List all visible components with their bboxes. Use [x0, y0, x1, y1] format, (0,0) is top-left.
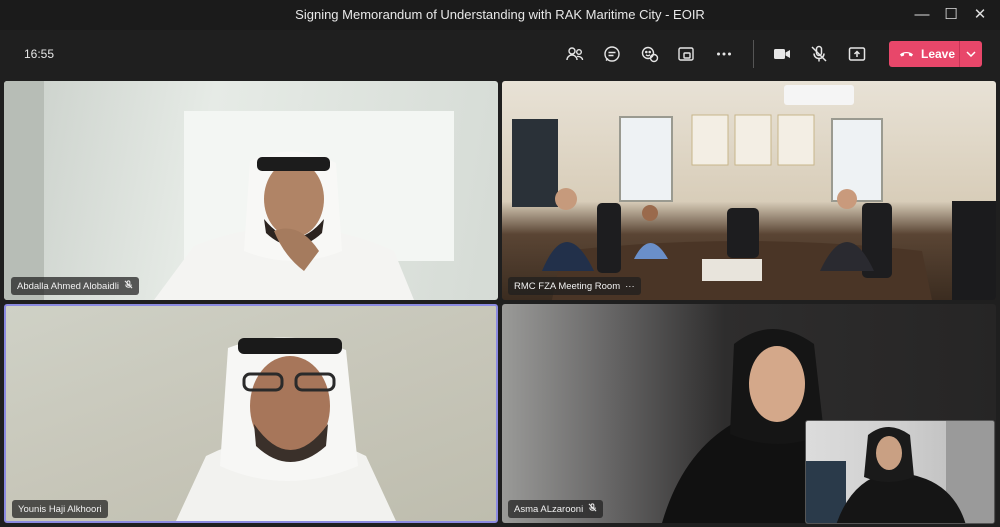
window-title: Signing Memorandum of Understanding with… [295, 7, 705, 22]
participant-video [512, 85, 996, 300]
participant-name-text: Asma ALzarooni [514, 503, 584, 515]
participant-name-text: RMC FZA Meeting Room [514, 280, 621, 292]
more-icon [717, 52, 731, 56]
camera-button[interactable] [770, 42, 794, 66]
leave-button-group: Leave [889, 41, 982, 67]
chat-button[interactable] [600, 42, 624, 66]
video-tile-younis[interactable]: Younis Haji Alkhoori [4, 304, 498, 523]
mic-button[interactable] [807, 42, 831, 66]
more-options-icon[interactable]: ··· [625, 281, 635, 292]
people-icon [566, 47, 584, 61]
self-view-preview [806, 421, 994, 523]
react-icon [641, 46, 659, 63]
share-tray-icon [678, 47, 694, 61]
chevron-down-icon [966, 51, 976, 57]
video-tile-meeting-room[interactable]: RMC FZA Meeting Room ··· [502, 81, 996, 300]
participant-name: RMC FZA Meeting Room ··· [508, 277, 641, 295]
meeting-toolbar: 16:55 Leave [0, 30, 1000, 78]
video-tile-abdalla[interactable]: Abdalla Ahmed Alobaidli [4, 81, 498, 300]
participant-name: Abdalla Ahmed Alobaidli [11, 277, 139, 295]
share-icon [848, 47, 866, 61]
people-button[interactable] [563, 42, 587, 66]
close-button[interactable]: ✕ [970, 5, 990, 25]
participant-video [176, 337, 396, 521]
share-tray-button[interactable] [674, 42, 698, 66]
participant-video [4, 81, 454, 300]
chat-icon [604, 46, 620, 62]
participant-name: Asma ALzarooni [508, 500, 604, 518]
self-view-video[interactable] [805, 420, 995, 524]
camera-icon [774, 49, 790, 59]
mic-muted-icon [588, 503, 597, 515]
leave-label: Leave [921, 47, 956, 61]
leave-button[interactable]: Leave [889, 41, 959, 67]
mic-muted-icon [124, 280, 133, 292]
hang-up-icon [899, 52, 914, 57]
more-button[interactable] [712, 42, 736, 66]
meeting-timer: 16:55 [24, 47, 55, 61]
leave-options-button[interactable] [960, 41, 982, 67]
share-button[interactable] [845, 42, 869, 66]
participant-name-text: Abdalla Ahmed Alobaidli [17, 280, 119, 292]
participant-name-text: Younis Haji Alkhoori [18, 503, 102, 515]
participant-name: Younis Haji Alkhoori [12, 500, 108, 518]
mic-off-icon [811, 45, 827, 62]
minimize-button[interactable]: — [912, 5, 932, 25]
toolbar-divider [753, 40, 754, 68]
maximize-button[interactable]: ☐ [941, 5, 961, 25]
react-button[interactable] [638, 42, 662, 66]
title-bar: Signing Memorandum of Understanding with… [0, 0, 1000, 30]
